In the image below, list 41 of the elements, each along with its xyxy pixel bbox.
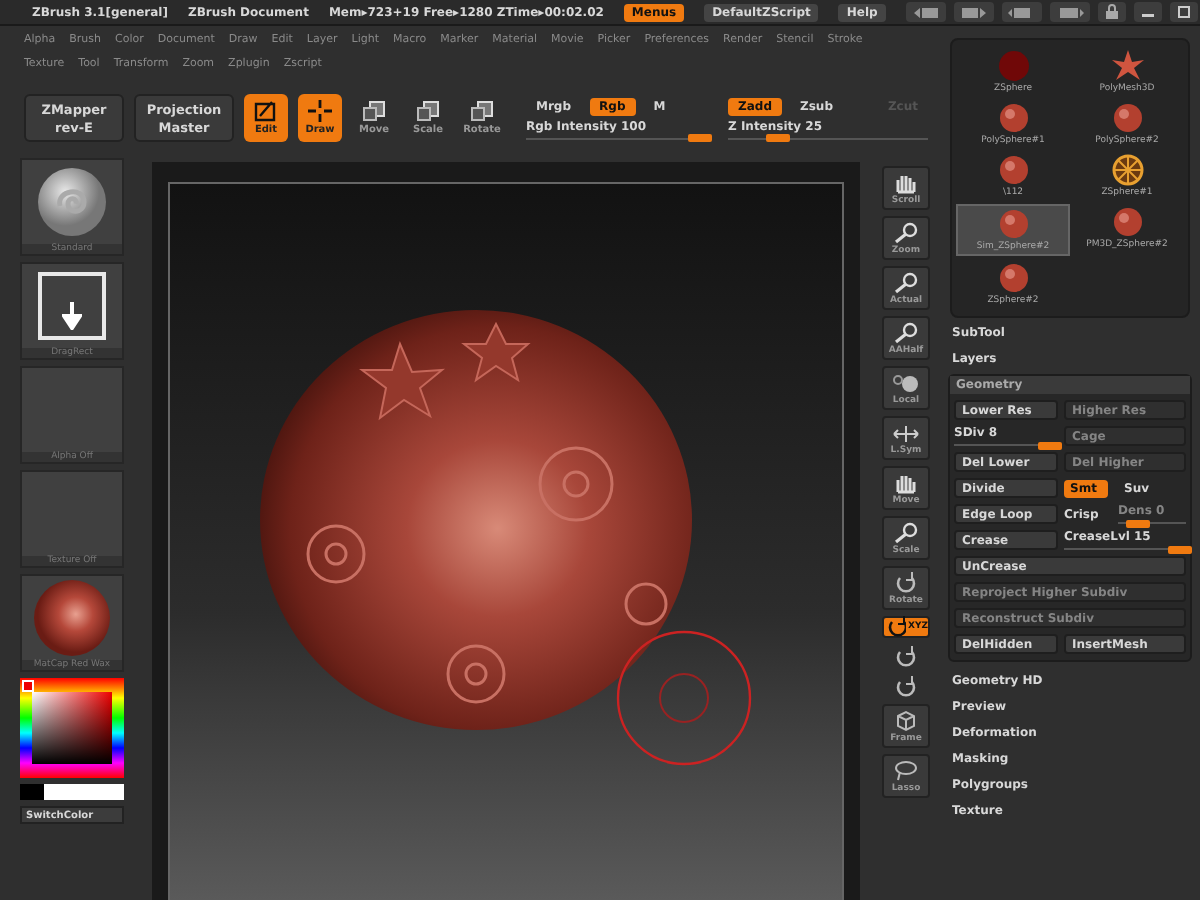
drag-rect-preview-icon (38, 271, 106, 339)
material-sphere-icon (32, 577, 112, 657)
secondary-color-swatch[interactable] (20, 784, 44, 800)
arrow-panel-icon (959, 5, 988, 19)
layout-button[interactable] (953, 2, 994, 22)
arrows-icon (892, 421, 920, 443)
sphere-icon (1111, 102, 1143, 134)
sphere-icon (997, 50, 1029, 82)
lock-icon (1103, 4, 1120, 20)
magnifier-icon (892, 321, 920, 343)
sphere-icon (892, 371, 920, 393)
hand-icon (892, 471, 920, 493)
brush-cursor (614, 628, 754, 768)
maximize-button[interactable] (1169, 2, 1198, 22)
minimize-button[interactable] (1133, 2, 1162, 22)
brush-preview-icon (36, 165, 108, 237)
cube-icon (892, 709, 920, 731)
layout-button[interactable] (905, 2, 946, 22)
maximize-icon (1175, 4, 1192, 20)
sphere-icon (997, 262, 1029, 294)
sphere-icon (997, 208, 1029, 240)
sphere-icon (997, 154, 1029, 186)
lattice-sphere-icon (1111, 154, 1143, 186)
star-mesh-icon (1111, 50, 1143, 82)
main-color-swatch[interactable] (44, 784, 124, 800)
color-picker[interactable] (20, 678, 124, 778)
arrow-panel-icon (911, 5, 940, 19)
pencil-frame-icon (254, 100, 278, 122)
crosshair-icon (308, 100, 332, 122)
layout-button[interactable] (1001, 2, 1042, 22)
arrow-panel-icon (1055, 5, 1084, 19)
hand-icon (892, 171, 920, 193)
sphere-icon (1111, 206, 1143, 238)
magnifier-icon (892, 221, 920, 243)
sphere-icon (997, 102, 1029, 134)
layout-button[interactable] (1049, 2, 1090, 22)
magnifier-icon (892, 271, 920, 293)
lasso-icon (892, 759, 920, 781)
lock-button[interactable] (1097, 2, 1126, 22)
arrow-panel-icon (1007, 5, 1036, 19)
magnifier-icon (892, 521, 920, 543)
